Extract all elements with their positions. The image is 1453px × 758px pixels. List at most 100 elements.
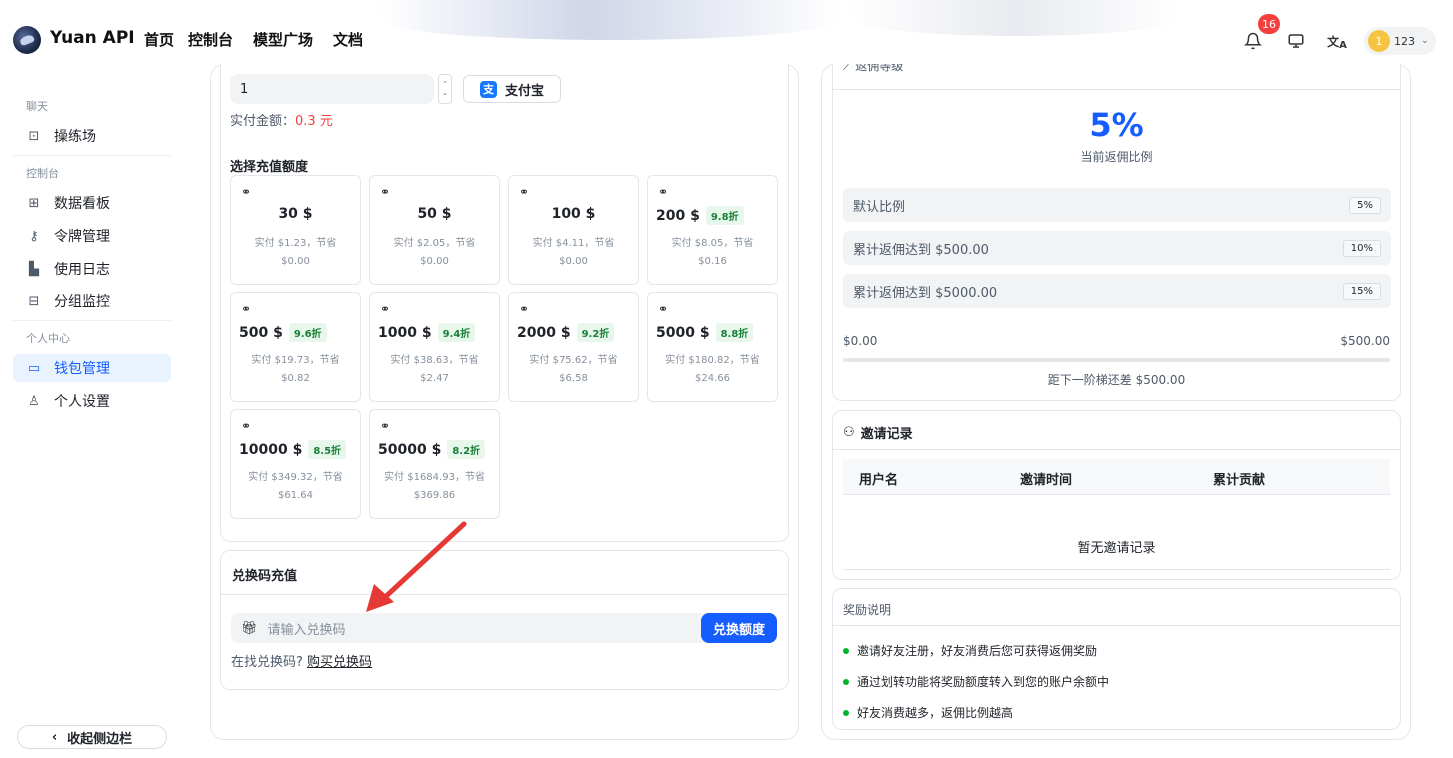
progress-start: $0.00 [843, 334, 878, 348]
top-header: Yuan API 首页 控制台 模型广场 文档 16 文A 1 123 ⌄ [0, 0, 1453, 64]
collapse-sidebar-button[interactable]: ‹ 收起侧边栏 [17, 725, 167, 749]
tier-tag: 15% [1342, 282, 1381, 300]
redeem-placeholder: 请输入兑换码 [267, 622, 346, 638]
brand-logo[interactable] [13, 26, 41, 54]
rebate-tier: 累计返佣达到 $5000.00 15% [843, 274, 1391, 308]
nav-docs[interactable]: 文档 [333, 29, 363, 50]
topup-option-card[interactable]: ⚭ 5000 $ 8.8折 实付 $180.82，节省 $24.66 [647, 292, 778, 402]
topup-option-card[interactable]: ⚭ 10000 $ 8.5折 实付 $349.32，节省 $61.64 [230, 409, 361, 519]
header-blur-overlay [380, 0, 840, 40]
rebate-progress-bar [843, 358, 1390, 362]
wallet-icon: ▭ [27, 360, 41, 376]
topup-option-paid: 实付 $1.23，节省 [254, 238, 337, 249]
topup-option-saved: $0.00 [420, 256, 449, 267]
coins-icon: ⚭ [380, 185, 391, 199]
current-rebate-rate: 5% [1089, 106, 1144, 144]
tier-label: 累计返佣达到 $5000.00 [853, 285, 998, 301]
gift-icon: 🎁︎ [241, 620, 258, 636]
pay-amount: 实付金额：0.3 元 [230, 110, 333, 129]
tier-label: 默认比例 [853, 199, 906, 215]
current-rebate-label: 当前返佣比例 [1080, 150, 1153, 164]
buy-redeem-code-link[interactable]: 购买兑换码 [307, 655, 372, 670]
column-username[interactable]: 用户名 [859, 469, 898, 488]
header-blur-overlay-2 [850, 0, 1180, 36]
topup-amount-input[interactable]: 1 [230, 74, 434, 104]
topup-options-title: 选择充值额度 [230, 160, 309, 175]
topup-option-amount: 500 $ [239, 324, 283, 341]
sidebar-item-label: 个人设置 [54, 394, 110, 410]
divider [843, 569, 1390, 570]
sidebar-item-group-monitor[interactable]: ⊟ 分组监控 [13, 287, 171, 315]
translate-icon[interactable]: 文A [1326, 30, 1348, 52]
reward-item: 邀请好友注册，好友消费后您可获得返佣奖励 [843, 642, 1097, 659]
rebate-icon: ⟋ [843, 64, 856, 73]
monitor-icon[interactable] [1285, 30, 1307, 52]
discount-badge: 9.6折 [288, 323, 327, 342]
sidebar-section-chat: 聊天 [26, 100, 48, 113]
rebate-header: ⟋ 返佣等级 [843, 64, 903, 84]
tier-tag: 10% [1342, 239, 1381, 257]
sidebar-item-logs[interactable]: ▙ 使用日志 [13, 255, 171, 283]
user-menu[interactable]: 1 123 ⌄ [1364, 27, 1436, 55]
topup-option-amount: 1000 $ [378, 324, 432, 341]
topup-option-paid: 实付 $349.32，节省 [248, 472, 343, 483]
brand-name[interactable]: Yuan API [50, 28, 135, 48]
nav-model-market[interactable]: 模型广场 [253, 29, 313, 50]
topup-option-card[interactable]: ⚭ 200 $ 9.8折 实付 $8.05，节省 $0.16 [647, 175, 778, 285]
topup-option-desc: 实付 $349.32，节省 $61.64 [235, 469, 356, 505]
topup-option-card[interactable]: ⚭ 1000 $ 9.4折 实付 $38.63，节省 $2.47 [369, 292, 500, 402]
topup-option-card[interactable]: ⚭ 2000 $ 9.2折 实付 $75.62，节省 $6.58 [508, 292, 639, 402]
sidebar-item-settings[interactable]: ♙ 个人设置 [13, 387, 171, 415]
sidebar-section-console: 控制台 [26, 167, 59, 180]
tier-label: 累计返佣达到 $500.00 [853, 242, 989, 258]
sidebar-item-tokens[interactable]: ⚷ 令牌管理 [13, 222, 171, 250]
nav-home[interactable]: 首页 [144, 29, 174, 50]
amount-stepper[interactable]: ⌃ ⌄ [438, 74, 452, 104]
discount-badge: 8.5折 [308, 440, 347, 459]
coins-icon: ⚭ [658, 302, 669, 316]
empty-state: 暂无邀请记录 [1077, 541, 1156, 556]
pay-amount-label: 实付金额： [230, 114, 296, 129]
discount-badge: 9.4折 [437, 323, 476, 342]
alipay-button[interactable]: 支 支付宝 [463, 75, 561, 103]
redeem-button[interactable]: 兑换额度 [701, 613, 777, 643]
nav-console[interactable]: 控制台 [188, 29, 233, 50]
coins-icon: ⚭ [241, 302, 252, 316]
topup-option-card[interactable]: ⚭ 30 $ 实付 $1.23，节省 $0.00 [230, 175, 361, 285]
topup-option-paid: 实付 $19.73，节省 [251, 355, 340, 366]
topup-option-card[interactable]: ⚭ 500 $ 9.6折 实付 $19.73，节省 $0.82 [230, 292, 361, 402]
pay-amount-value: 0.3 元 [295, 114, 333, 129]
topup-option-amount-row: 10000 $ 8.5折 [231, 440, 360, 459]
rebate-tier: 累计返佣达到 $500.00 10% [843, 231, 1391, 265]
topup-option-card[interactable]: ⚭ 50 $ 实付 $2.05，节省 $0.00 [369, 175, 500, 285]
divider [833, 89, 1400, 90]
topup-option-card[interactable]: ⚭ 50000 $ 8.2折 实付 $1684.93，节省 $369.86 [369, 409, 500, 519]
topup-option-desc: 实付 $4.11，节省 $0.00 [513, 235, 634, 271]
coins-icon: ⚭ [380, 302, 391, 316]
sidebar-item-playground[interactable]: ⊡ 操练场 [13, 122, 171, 150]
topup-option-paid: 实付 $8.05，节省 [671, 238, 754, 249]
tier-tag: 5% [1349, 196, 1381, 214]
column-invite-time[interactable]: 邀请时间 [1020, 469, 1072, 488]
reward-item: 通过划转功能将奖励额度转入到您的账户余额中 [843, 673, 1109, 690]
bar-chart-icon: ▙ [29, 261, 39, 277]
invite-title-label: 邀请记录 [860, 427, 913, 442]
topup-option-amount: 2000 $ [517, 324, 571, 341]
sidebar-item-wallet[interactable]: ▭ 钱包管理 [13, 354, 171, 382]
reward-title: 奖励说明 [843, 603, 892, 617]
rebate-header-label: 返佣等级 [855, 64, 904, 73]
topup-option-paid: 实付 $4.11，节省 [532, 238, 615, 249]
progress-note: 距下一阶梯还差 $500.00 [1047, 373, 1186, 387]
bell-icon[interactable] [1242, 30, 1264, 52]
column-contribution[interactable]: 累计贡献 [1213, 469, 1265, 488]
invite-card: ⚇ 邀请记录 用户名 邀请时间 累计贡献 暂无邀请记录 [832, 410, 1401, 580]
discount-badge: 9.2折 [576, 323, 615, 342]
sidebar-item-dashboard[interactable]: ⊞ 数据看板 [13, 189, 171, 217]
redeem-help-text: 在找兑换码? [231, 655, 303, 670]
topup-option-amount-row: 200 $ 9.8折 [648, 206, 777, 225]
topup-option-card[interactable]: ⚭ 100 $ 实付 $4.11，节省 $0.00 [508, 175, 639, 285]
topup-option-saved: $24.66 [695, 373, 730, 384]
alipay-label: 支付宝 [504, 83, 544, 99]
rebate-card: ⟋ 返佣等级 5% 当前返佣比例 默认比例 5% 累计返佣达到 $500.00 … [832, 64, 1401, 401]
top-nav: 首页 控制台 模型广场 文档 [144, 29, 363, 50]
